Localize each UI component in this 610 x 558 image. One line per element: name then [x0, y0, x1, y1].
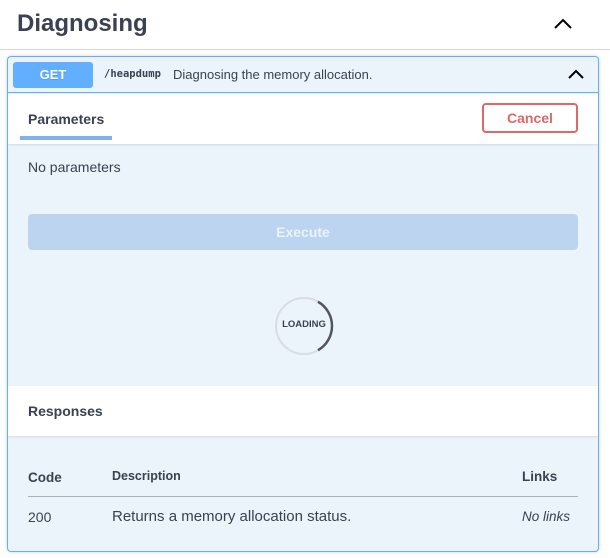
cancel-button[interactable]: Cancel	[482, 103, 578, 133]
chevron-up-icon[interactable]	[550, 12, 576, 34]
operation-summary[interactable]: GET /heapdump Diagnosing the memory allo…	[8, 57, 598, 93]
table-divider	[28, 496, 578, 497]
response-links: No links	[522, 509, 571, 524]
parameters-header: Parameters Cancel	[8, 94, 598, 144]
tab-parameters-label: Parameters	[28, 111, 105, 127]
tab-active-indicator	[20, 136, 112, 140]
responses-title: Responses	[28, 403, 103, 419]
execute-button[interactable]: Execute	[28, 214, 578, 250]
column-header-links: Links	[522, 469, 558, 484]
loading-indicator: LOADING	[274, 296, 334, 356]
column-header-description: Description	[112, 469, 181, 483]
operation-path: /heapdump	[104, 68, 161, 80]
chevron-up-icon[interactable]	[565, 64, 587, 84]
responses-header: Responses	[8, 386, 598, 436]
method-badge: GET	[13, 62, 93, 88]
loading-label: LOADING	[282, 319, 326, 330]
section-title: Diagnosing	[17, 10, 148, 37]
tab-parameters[interactable]: Parameters	[20, 94, 112, 144]
operation-block: GET /heapdump Diagnosing the memory allo…	[7, 56, 599, 552]
no-parameters-text: No parameters	[28, 159, 121, 175]
response-code: 200	[28, 509, 52, 525]
response-description: Returns a memory allocation status.	[112, 508, 352, 525]
column-header-code: Code	[28, 470, 62, 485]
operation-description: Diagnosing the memory allocation.	[173, 67, 373, 82]
section-header[interactable]: Diagnosing	[0, 0, 610, 50]
